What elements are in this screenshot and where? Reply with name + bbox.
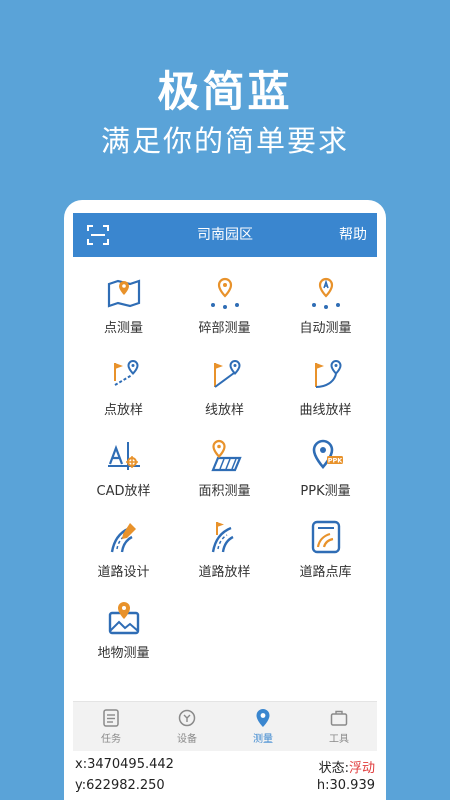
grid-item-point-survey[interactable]: 点测量 — [73, 275, 174, 347]
grid-item-feature-survey[interactable]: 地物测量 — [73, 600, 174, 672]
nav-item-survey[interactable]: 测量 — [225, 702, 301, 752]
detail-survey-icon — [211, 277, 239, 309]
svg-text:PPK: PPK — [328, 457, 344, 465]
grid-item-road-point-library[interactable]: 道路点库 — [275, 519, 376, 591]
phone-frame: 司南园区 帮助 点测量 碎部测量 自动测量 点放样 线放样 曲线放样 CAD放样… — [64, 200, 386, 800]
device-icon — [178, 709, 196, 727]
road-design-icon — [110, 523, 136, 553]
area-survey-icon — [211, 439, 242, 472]
solution-state: 状态:浮动 — [319, 757, 375, 776]
nav-item-label: 设备 — [177, 734, 197, 745]
state-label: 状态: — [318, 761, 349, 776]
task-list-icon — [103, 709, 119, 727]
grid-item-label: 自动测量 — [299, 321, 352, 336]
point-stakeout-icon — [114, 359, 139, 386]
line-stakeout-icon — [214, 359, 241, 388]
hero-title: 极简蓝 — [157, 67, 293, 116]
grid-item-cad-stakeout[interactable]: CAD放样 — [73, 438, 174, 510]
grid-item-label: 线放样 — [204, 403, 244, 418]
nav-item-label: 测量 — [253, 734, 273, 745]
cad-stakeout-icon — [108, 442, 140, 470]
coord-x: x:3470495.442 — [75, 757, 174, 772]
grid-item-detail-survey[interactable]: 碎部测量 — [174, 275, 275, 347]
scan-icon — [87, 225, 109, 245]
grid-item-label: 道路放样 — [198, 565, 251, 580]
curve-stakeout-icon — [315, 359, 342, 388]
toolbox-icon — [330, 710, 348, 726]
grid-item-auto-survey[interactable]: 自动测量 — [275, 275, 376, 347]
grid-item-label: 道路点库 — [299, 565, 352, 580]
state-value: 浮动 — [348, 761, 375, 776]
grid-item-road-stakeout[interactable]: 道路放样 — [174, 519, 275, 591]
ppk-survey-icon: PPK — [312, 439, 344, 469]
hero-subtitle: 满足你的简单要求 — [100, 124, 349, 158]
grid-item-label: 曲线放样 — [299, 403, 352, 418]
nav-item-tools[interactable]: 工具 — [301, 702, 377, 752]
grid-item-label: 面积测量 — [198, 484, 251, 499]
app-header: 司南园区 帮助 — [73, 213, 377, 257]
grid-item-label: 点测量 — [103, 321, 143, 336]
grid-item-line-stakeout[interactable]: 线放样 — [174, 357, 275, 429]
nav-item-device[interactable]: 设备 — [149, 702, 225, 752]
grid-item-road-design[interactable]: 道路设计 — [73, 519, 174, 591]
status-bar: x:3470495.442 y:622982.250 状态:浮动 h:30.93… — [73, 751, 377, 800]
header-title: 司南园区 — [197, 227, 253, 243]
survey-pin-icon — [256, 709, 270, 727]
road-point-library-icon — [311, 520, 341, 554]
grid-item-label: 道路设计 — [97, 565, 150, 580]
grid-item-label: PPK测量 — [300, 484, 351, 499]
nav-item-task[interactable]: 任务 — [73, 702, 149, 752]
app-screen: 司南园区 帮助 点测量 碎部测量 自动测量 点放样 线放样 曲线放样 CAD放样… — [73, 213, 377, 800]
grid-item-label: 碎部测量 — [198, 321, 251, 336]
grid-item-label: 地物测量 — [97, 646, 150, 661]
help-button[interactable]: 帮助 — [339, 213, 367, 257]
auto-survey-icon — [312, 277, 340, 309]
grid-item-label: CAD放样 — [96, 484, 151, 499]
coord-y: y:622982.250 — [75, 778, 165, 793]
map-pin-icon — [107, 279, 141, 308]
grid-item-area-survey[interactable]: 面积测量 — [174, 438, 275, 510]
road-stakeout-icon — [211, 522, 234, 553]
coord-h: h:30.939 — [316, 778, 375, 793]
bottom-nav: 任务 设备 测量 工具 — [73, 701, 377, 752]
grid-item-label: 点放样 — [103, 403, 143, 418]
nav-item-label: 任务 — [101, 734, 121, 745]
scan-button[interactable] — [85, 222, 111, 248]
grid-item-point-stakeout[interactable]: 点放样 — [73, 357, 174, 429]
feature-survey-icon — [108, 602, 140, 635]
nav-item-label: 工具 — [329, 734, 349, 745]
grid-item-ppk-survey[interactable]: PPK PPK测量 — [275, 438, 376, 510]
grid-item-curve-stakeout[interactable]: 曲线放样 — [275, 357, 376, 429]
